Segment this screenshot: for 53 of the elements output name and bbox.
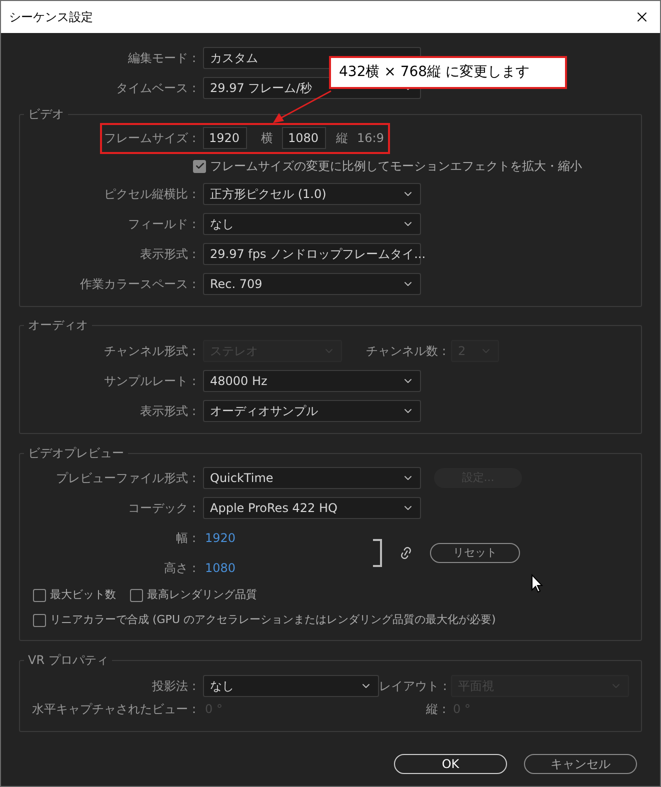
checkbox-label: 最高レンダリング品質 — [147, 586, 257, 603]
section-title: VR プロパティ — [24, 652, 112, 668]
checkbox-label: リニアカラーで合成 (GPU のアクセラレーションまたはレンダリング品質の最大化が必要) — [50, 612, 496, 628]
window-title: シーケンス設定 — [9, 9, 93, 26]
field-label: フレームサイズ : — [103, 130, 196, 147]
width-input[interactable]: 1920 — [203, 127, 247, 149]
field-label: ピクセル縦横比 : — [103, 186, 196, 203]
dropdown[interactable]: QuickTime — [203, 467, 421, 489]
dropdown[interactable]: オーディオサンプル — [203, 400, 421, 422]
checkbox[interactable] — [130, 588, 143, 602]
field-label: レイアウト : — [379, 678, 446, 695]
field-label: タイムベース : — [115, 80, 196, 97]
section-title: ビデオプレビュー — [24, 445, 128, 461]
field-label: 表示形式 : — [139, 246, 196, 263]
field-label: 縦 : — [425, 701, 446, 718]
reset-button[interactable]: リセット — [430, 543, 520, 563]
field-label: プレビューファイル形式 : — [55, 470, 196, 487]
bracket-icon — [373, 539, 383, 567]
dropdown[interactable]: なし — [203, 213, 421, 235]
field-label: 水平キャプチャされたビュー : — [31, 701, 196, 718]
checkbox-label: フレームサイズの変更に比例してモーションエフェクトを拡大・縮小 — [210, 158, 582, 175]
field-label: 編集モード : — [127, 50, 196, 67]
height-input[interactable]: 1080 — [282, 127, 326, 149]
checkbox[interactable] — [193, 160, 206, 172]
field-label: コーデック : — [127, 500, 196, 517]
dropdown[interactable]: Rec. 709 — [203, 273, 421, 295]
aspect-ratio: 16:9 — [357, 130, 384, 147]
field-label: 表示形式 : — [139, 403, 196, 420]
cursor-icon — [531, 574, 543, 593]
checkbox[interactable] — [33, 588, 46, 602]
dropdown[interactable]: Apple ProRes 422 HQ — [203, 497, 421, 519]
unit-label: 横 — [261, 130, 273, 147]
field-label: 作業カラースペース : — [79, 276, 196, 293]
field-label: サンプルレート : — [103, 373, 196, 390]
dimension-value[interactable]: 1080 — [205, 559, 236, 577]
section-title: ビデオ — [24, 106, 68, 122]
cancel-button[interactable]: キャンセル — [524, 754, 637, 774]
dropdown[interactable]: 48000 Hz — [203, 370, 421, 392]
dropdown[interactable]: 正方形ピクセル (1.0) — [203, 183, 421, 205]
checkbox-label: 最大ビット数 — [50, 586, 116, 603]
dropdown[interactable]: なし — [203, 675, 379, 697]
checkbox[interactable] — [33, 614, 46, 626]
unit-label: 縦 — [336, 130, 348, 147]
field-label: 高さ : — [163, 560, 196, 577]
field-label: 幅 : — [175, 530, 196, 547]
field-label: フィールド : — [127, 216, 196, 233]
ok-button[interactable]: OK — [394, 754, 507, 774]
field-label: チャンネル形式 : — [103, 343, 196, 360]
field-label: チャンネル数 : — [365, 343, 446, 360]
annotation-tooltip: 432横 × 768縦 に変更します — [329, 56, 567, 89]
dimension-value[interactable]: 1920 — [205, 529, 236, 547]
field-label: 投影法 : — [151, 678, 196, 695]
section-title: オーディオ — [24, 317, 92, 333]
